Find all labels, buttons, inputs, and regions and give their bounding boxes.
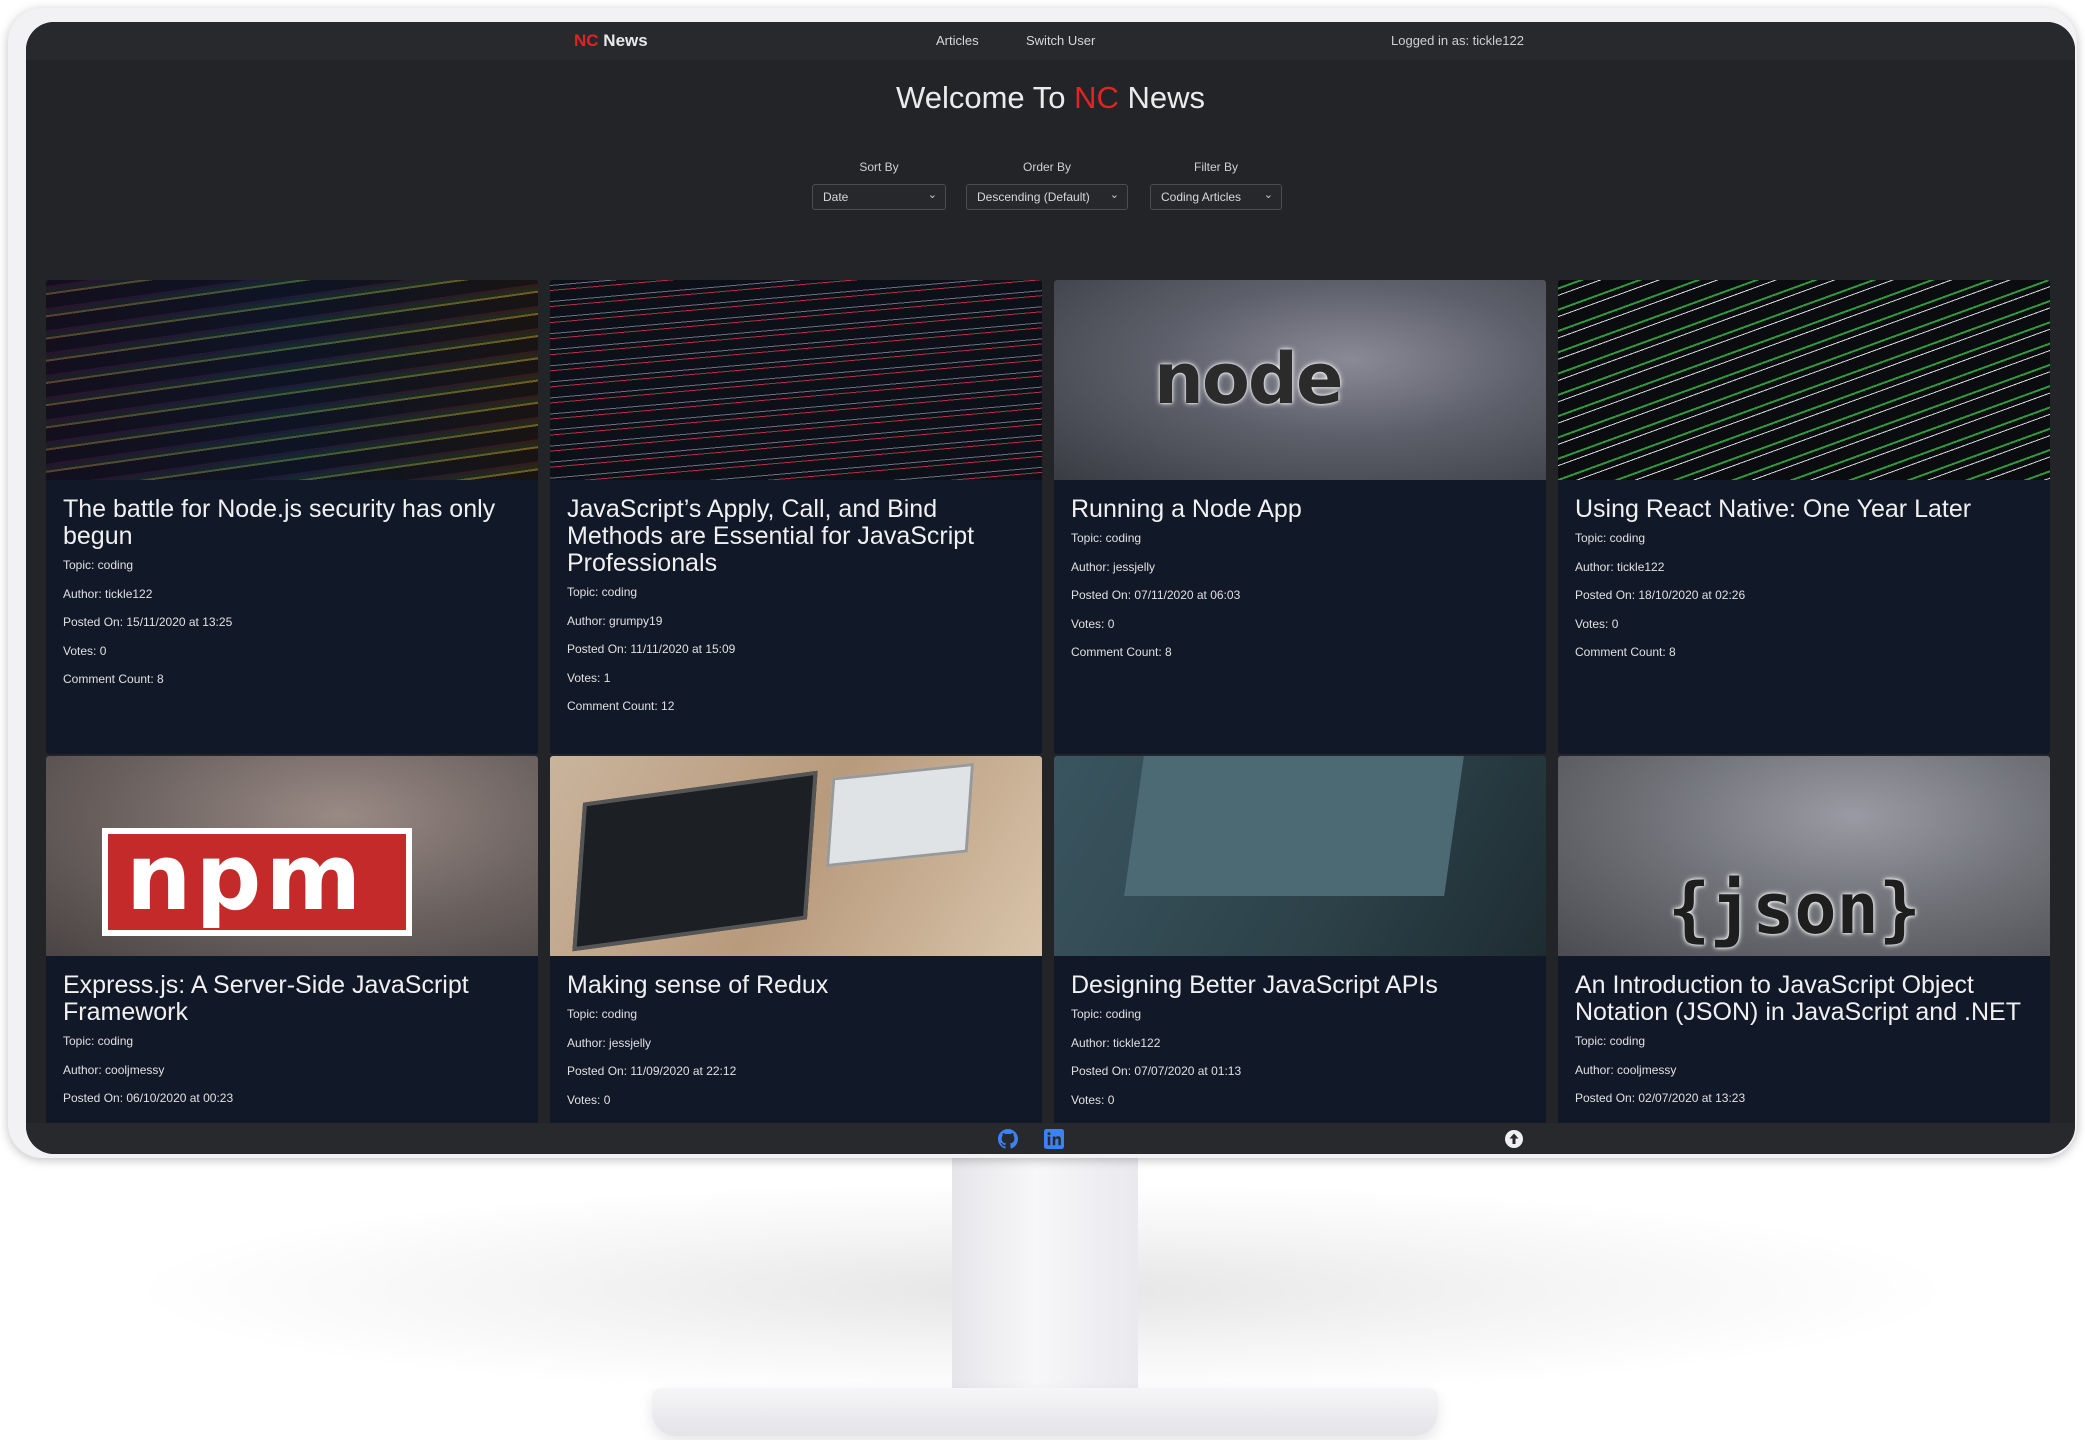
article-image	[550, 756, 1042, 956]
article-topic: Topic: coding	[63, 558, 134, 572]
chevron-down-icon: ⌄	[1109, 189, 1119, 201]
article-author: Author: tickle122	[1575, 559, 1665, 574]
article-title[interactable]: The battle for Node.js security has only…	[63, 496, 521, 550]
article-topic: Topic: coding	[1071, 531, 1142, 545]
json-logo: {json}	[1668, 868, 1921, 950]
article-title[interactable]: Running a Node App	[1071, 496, 1529, 523]
article-card[interactable]: node Running a Node App Topic: coding Au…	[1054, 280, 1546, 754]
nodejs-logo: node	[1154, 338, 1344, 420]
article-image	[1054, 756, 1546, 956]
article-author: Author: tickle122	[1071, 1035, 1161, 1050]
article-topic: Topic: coding	[1071, 1007, 1142, 1021]
sort-by-value: Date	[823, 190, 849, 204]
article-title[interactable]: Express.js: A Server-Side JavaScript Fra…	[63, 972, 521, 1026]
article-posted: Posted On: 18/10/2020 at 02:26	[1575, 588, 1746, 602]
footer	[26, 1123, 2075, 1154]
article-author: Author: cooljmessy	[1575, 1062, 1677, 1077]
article-card[interactable]: Designing Better JavaScript APIs Topic: …	[1054, 756, 1546, 1136]
article-title[interactable]: Making sense of Redux	[567, 972, 1025, 999]
article-posted: Posted On: 11/09/2020 at 22:12	[567, 1064, 737, 1078]
article-topic: Topic: coding	[63, 1034, 134, 1048]
article-posted: Posted On: 07/11/2020 at 06:03	[1071, 588, 1241, 602]
article-image	[1558, 280, 2050, 480]
article-comment-count: Comment Count: 8	[1071, 645, 1172, 659]
article-author: Author: grumpy19	[567, 613, 663, 628]
title-suffix: News	[1118, 80, 1205, 115]
article-title[interactable]: Using React Native: One Year Later	[1575, 496, 2033, 523]
article-topic: Topic: coding	[567, 585, 638, 599]
article-card[interactable]: Making sense of Redux Topic: coding Auth…	[550, 756, 1042, 1136]
brand-nc: NC	[574, 31, 599, 50]
monitor-stand-base	[652, 1388, 1438, 1436]
article-votes: Votes: 1	[567, 670, 611, 685]
article-author: Author: tickle122	[63, 586, 153, 601]
article-comment-count: Comment Count: 8	[1575, 645, 1676, 659]
article-posted: Posted On: 15/11/2020 at 13:25	[63, 615, 233, 629]
nav-articles-link[interactable]: Articles	[936, 33, 979, 48]
sort-by-select[interactable]: Date ⌄	[812, 184, 946, 210]
article-card[interactable]: {json} An Introduction to JavaScript Obj…	[1558, 756, 2050, 1136]
github-icon[interactable]	[998, 1129, 1018, 1149]
article-topic: Topic: coding	[1575, 531, 1646, 545]
brand-logo[interactable]: NC News	[574, 31, 648, 51]
article-author: Author: jessjelly	[1071, 559, 1156, 574]
article-comment-count: Comment Count: 8	[63, 672, 164, 686]
article-votes: Votes: 0	[63, 643, 107, 658]
order-by-select[interactable]: Descending (Default) ⌄	[966, 184, 1128, 210]
chevron-down-icon: ⌄	[927, 189, 937, 201]
brand-news: News	[598, 31, 648, 50]
title-prefix: Welcome To	[896, 80, 1075, 115]
npm-logo: npm	[102, 828, 412, 936]
article-image: npm	[46, 756, 538, 956]
article-posted: Posted On: 11/11/2020 at 15:09	[567, 642, 736, 656]
article-votes: Votes: 0	[1575, 616, 1619, 631]
filter-by-label: Filter By	[1193, 160, 1238, 174]
article-image: node	[1054, 280, 1546, 480]
order-by-control: Order By Descending (Default) ⌄	[966, 160, 1128, 210]
article-title[interactable]: JavaScript’s Apply, Call, and Bind Metho…	[567, 496, 1025, 577]
filter-by-value: Coding Articles	[1161, 190, 1242, 204]
navbar: NC News Articles Switch User Logged in a…	[26, 22, 2075, 60]
monitor-bezel: NC News Articles Switch User Logged in a…	[8, 8, 2077, 1158]
article-author: Author: cooljmessy	[63, 1062, 165, 1077]
article-comment-count: Comment Count: 12	[567, 699, 675, 713]
article-card[interactable]: The battle for Node.js security has only…	[46, 280, 538, 754]
article-image	[46, 280, 538, 480]
article-posted: Posted On: 02/07/2020 at 13:23	[1575, 1091, 1746, 1105]
article-votes: Votes: 0	[1071, 616, 1115, 631]
article-title[interactable]: An Introduction to JavaScript Object Not…	[1575, 972, 2033, 1026]
filter-by-control: Filter By Coding Articles ⌄	[1150, 160, 1282, 210]
order-by-value: Descending (Default)	[977, 190, 1090, 204]
article-author: Author: jessjelly	[567, 1035, 652, 1050]
sort-by-label: Sort By	[859, 160, 899, 174]
arrow-up-circle-icon[interactable]	[1504, 1129, 1524, 1149]
article-votes: Votes: 0	[1071, 1092, 1115, 1107]
sort-by-control: Sort By Date ⌄	[812, 160, 946, 210]
article-title[interactable]: Designing Better JavaScript APIs	[1071, 972, 1529, 999]
article-posted: Posted On: 07/07/2020 at 01:13	[1071, 1064, 1242, 1078]
article-topic: Topic: coding	[567, 1007, 638, 1021]
filter-by-select[interactable]: Coding Articles ⌄	[1150, 184, 1282, 210]
article-card[interactable]: Using React Native: One Year Later Topic…	[1558, 280, 2050, 754]
chevron-down-icon: ⌄	[1263, 189, 1273, 201]
laptop-screen-illustration	[1124, 756, 1464, 896]
linkedin-icon[interactable]	[1044, 1129, 1064, 1149]
article-topic: Topic: coding	[1575, 1034, 1646, 1048]
article-card[interactable]: JavaScript’s Apply, Call, and Bind Metho…	[550, 280, 1042, 754]
logged-in-status: Logged in as: tickle122	[1391, 33, 1524, 48]
order-by-label: Order By	[1022, 160, 1071, 174]
article-image	[550, 280, 1042, 480]
article-votes: Votes: 0	[567, 1092, 611, 1107]
laptop-screen-illustration	[572, 770, 818, 952]
monitor-screen: NC News Articles Switch User Logged in a…	[26, 22, 2075, 1154]
page-title: Welcome To NC News	[26, 80, 2075, 116]
article-posted: Posted On: 06/10/2020 at 00:23	[63, 1091, 234, 1105]
monitor-stand-neck	[952, 1150, 1138, 1410]
laptop-screen-illustration	[825, 762, 975, 868]
article-image: {json}	[1558, 756, 2050, 956]
article-card[interactable]: npm Express.js: A Server-Side JavaScript…	[46, 756, 538, 1136]
title-nc: NC	[1074, 80, 1119, 115]
nav-switch-user-link[interactable]: Switch User	[1026, 33, 1095, 48]
